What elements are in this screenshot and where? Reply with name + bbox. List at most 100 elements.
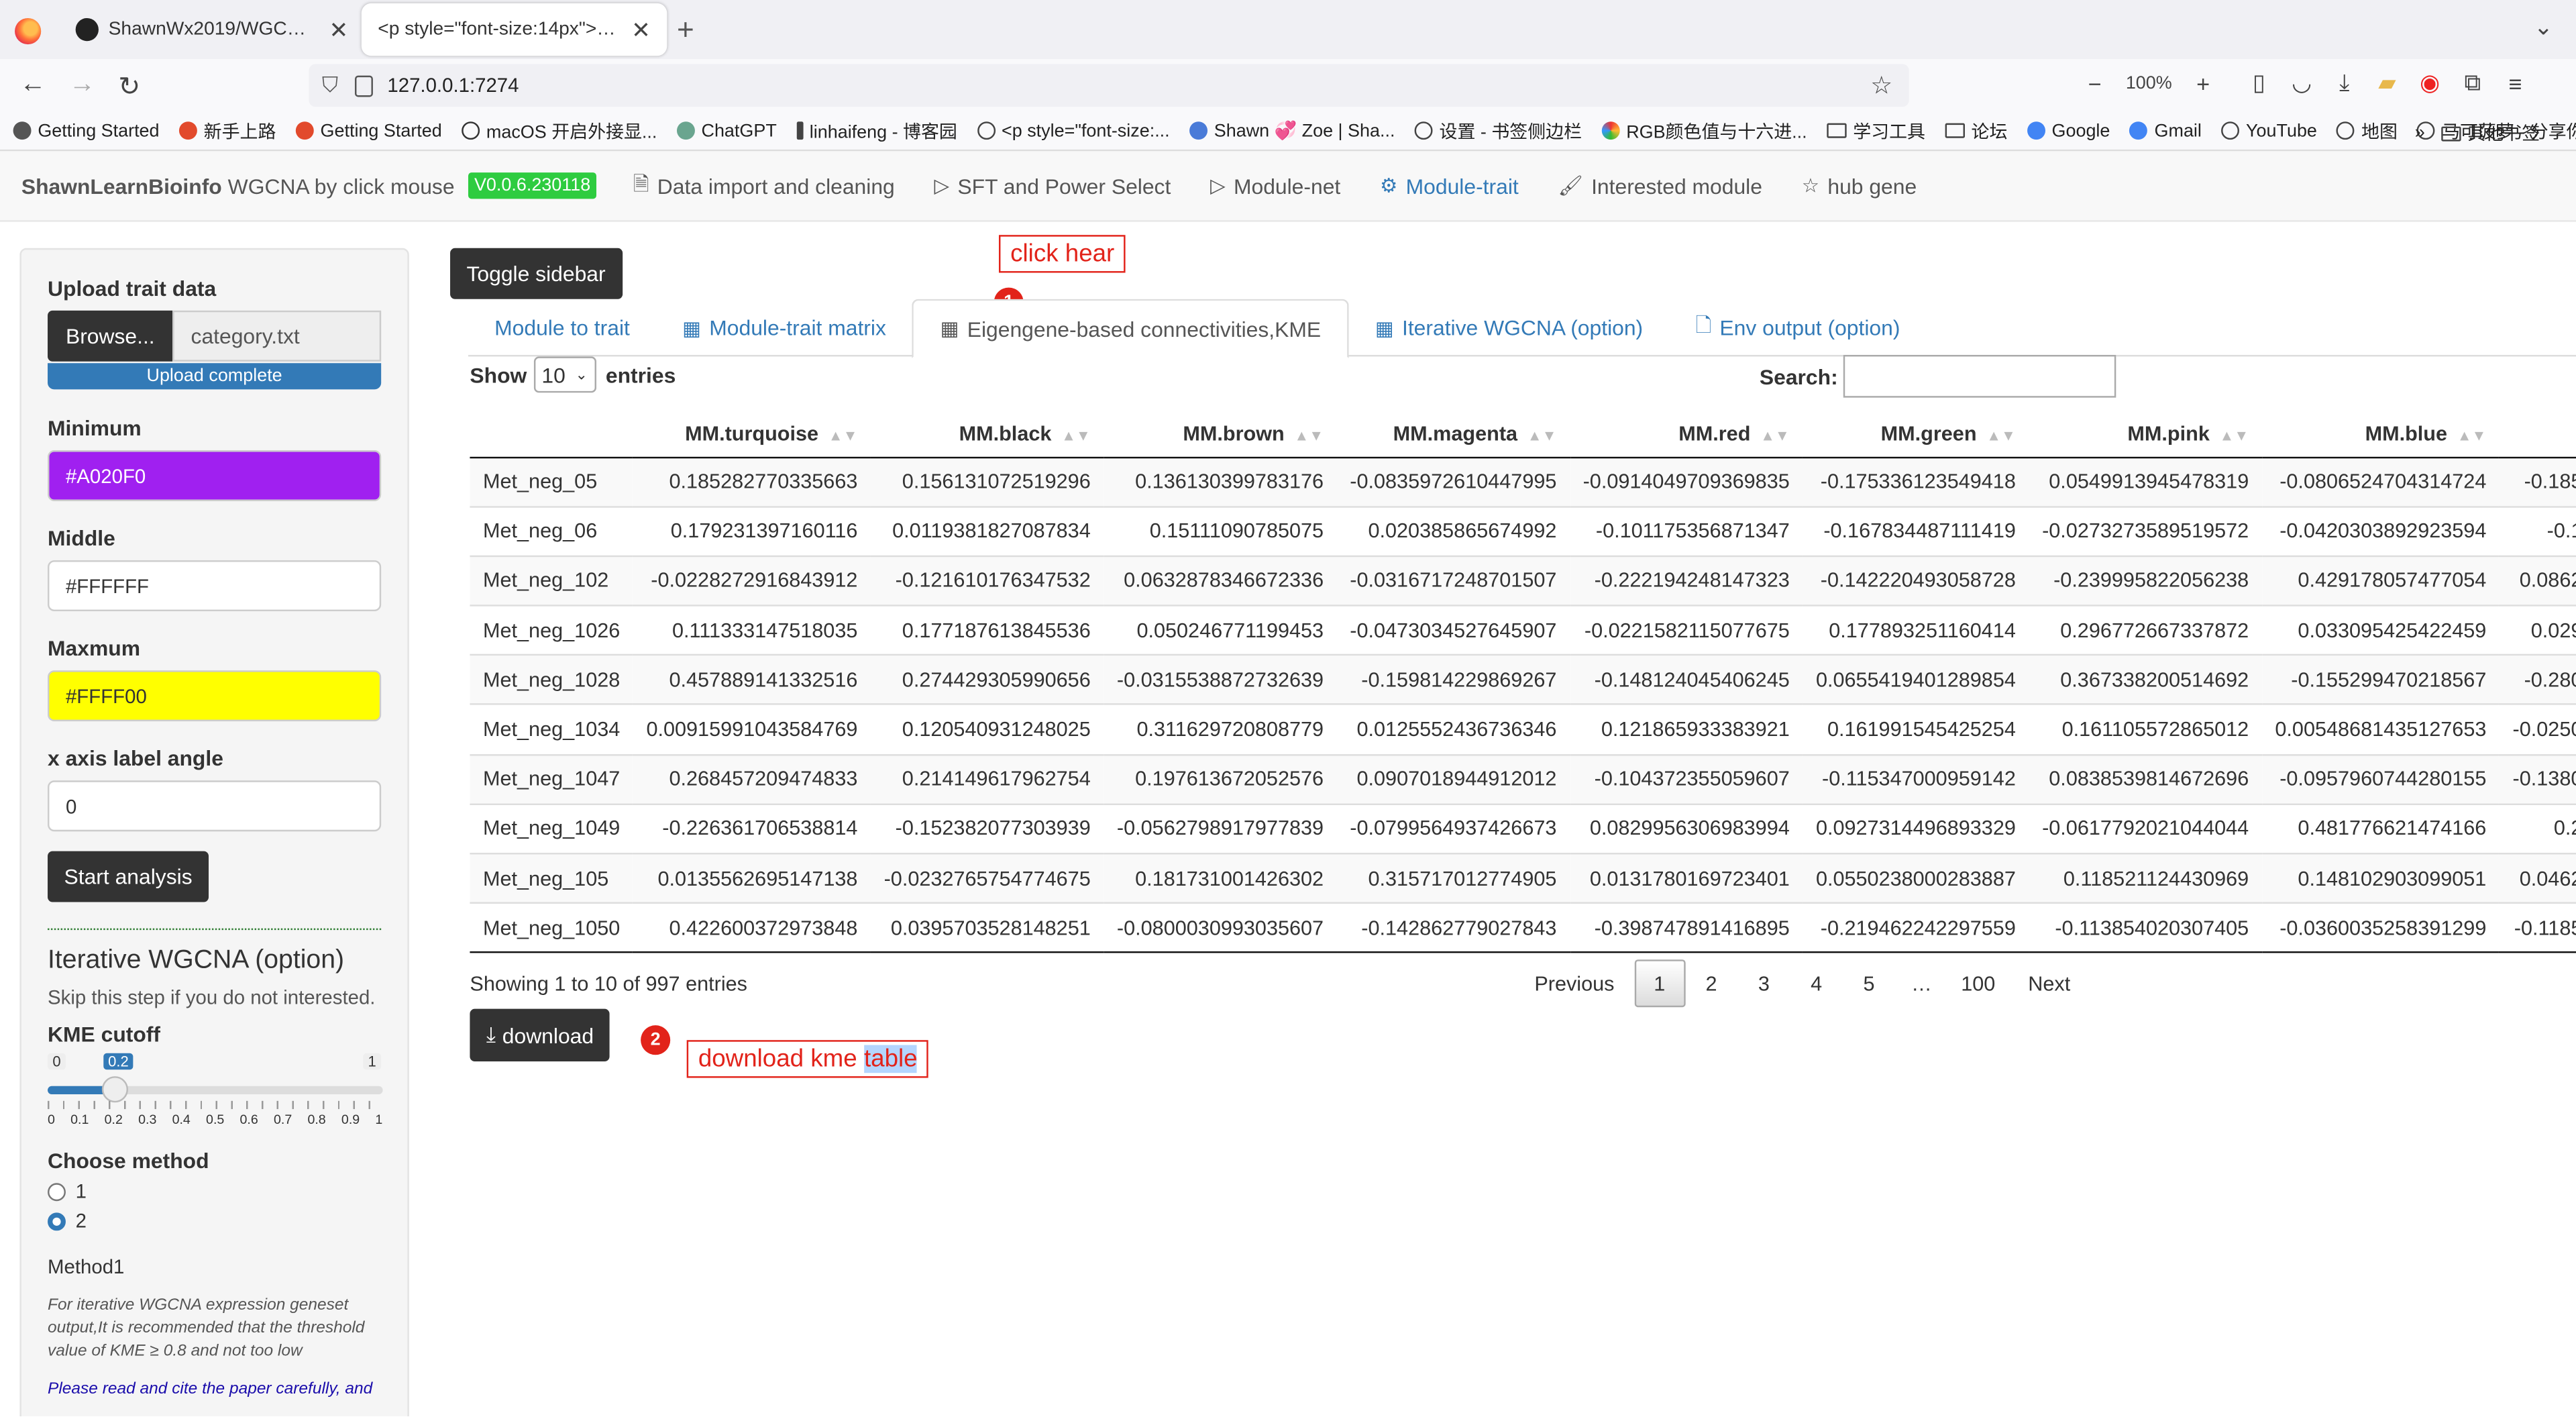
pocket-icon[interactable]: ◡: [2280, 69, 2323, 97]
radio-circle[interactable]: [48, 1182, 66, 1200]
slider-handle[interactable]: [102, 1076, 129, 1103]
method-radio-2[interactable]: 2: [48, 1209, 381, 1232]
kme-slider[interactable]: 0 1 0.2 0 0.1 0.2 0.3 0.4 0.5 0.6 0.7 0.…: [48, 1053, 383, 1135]
tab-module-trait-matrix[interactable]: ▦ Module-trait matrix: [656, 299, 912, 357]
new-tab-icon[interactable]: +: [677, 13, 694, 48]
menu-module-trait[interactable]: ⚙ Module-trait: [1380, 168, 1519, 203]
bookmark-folder[interactable]: 论坛: [1945, 117, 2007, 144]
bookmark-item[interactable]: Getting Started: [295, 121, 442, 140]
sort-icon[interactable]: ▲▼: [828, 427, 858, 443]
sort-icon[interactable]: ▲▼: [1527, 427, 1557, 443]
column-header[interactable]: MM.yellow: [2499, 411, 2576, 458]
table-row[interactable]: Met_neg_105 0.0135562695147138 -0.02327657…: [470, 853, 2576, 904]
bookmark-item[interactable]: Getting Started: [13, 121, 160, 140]
chevron-down-icon[interactable]: ⌄: [2534, 13, 2553, 42]
pager-page-5[interactable]: 5: [1843, 959, 1895, 1007]
column-header-rowname[interactable]: [470, 411, 633, 458]
table-row[interactable]: Met_neg_1034 0.00915991043584769 0.1205409…: [470, 704, 2576, 755]
sort-icon[interactable]: ▲▼: [1061, 427, 1091, 443]
table-row[interactable]: Met_neg_06 0.179231397160116 0.01193818270…: [470, 505, 2576, 556]
column-header[interactable]: MM.red ▲▼: [1570, 411, 1803, 458]
sort-icon[interactable]: ▲▼: [1760, 427, 1790, 443]
sort-icon[interactable]: ▲▼: [1294, 427, 1324, 443]
download-button[interactable]: ⤓ download: [470, 1008, 610, 1062]
bookmark-item[interactable]: Shawn 💞 Zoe | Sha...: [1189, 120, 1395, 142]
browse-button[interactable]: Browse...: [48, 310, 173, 362]
other-bookmarks[interactable]: 其他书签: [2441, 120, 2540, 146]
bookmark-item[interactable]: 新手上路: [178, 117, 276, 144]
table-row[interactable]: Met_neg_1028 0.457889141332516 0.274429305…: [470, 654, 2576, 705]
menu-sft-power[interactable]: ▷ SFT and Power Select: [934, 168, 1171, 203]
method-radio-1[interactable]: 1: [48, 1179, 381, 1203]
column-header[interactable]: MM.magenta ▲▼: [1336, 411, 1570, 458]
maximum-color-input[interactable]: #FFFF00: [48, 670, 382, 722]
zoom-out-icon[interactable]: −: [2074, 70, 2116, 96]
table-row[interactable]: Met_neg_1047 0.268457209474833 0.214149617…: [470, 753, 2576, 804]
bookmark-folder[interactable]: 学习工具: [1827, 117, 1925, 144]
browser-tab-github[interactable]: ShawnWx2019/WGCNA-shinyApp ✕: [59, 3, 365, 56]
url-bar[interactable]: ⛉ 127.0.0.1:7274 ☆: [309, 64, 1909, 107]
file-name-field[interactable]: category.txt: [172, 310, 382, 362]
close-icon[interactable]: ✕: [631, 15, 651, 44]
menu-data-import[interactable]: 🗎 Data import and cleaning: [633, 168, 895, 203]
entries-select[interactable]: 10 ⌄: [533, 356, 596, 393]
start-analysis-button[interactable]: Start analysis: [48, 851, 209, 902]
bookmark-item[interactable]: YouTube: [2221, 121, 2317, 140]
tab-kme[interactable]: ▦ Eigengene-based connectivities,KME: [912, 299, 1349, 358]
download-icon[interactable]: ⤓: [2323, 69, 2366, 97]
close-icon[interactable]: ✕: [329, 15, 348, 44]
tab-iterative-wgcna[interactable]: ▦ Iterative WGCNA (option): [1349, 299, 1670, 357]
browser-tab-active[interactable]: <p style="font-size:14px"><b> Shawn ✕: [361, 3, 667, 56]
column-header[interactable]: MM.turquoise ▲▼: [633, 411, 871, 458]
angle-input[interactable]: 0: [48, 780, 382, 832]
bookmark-item[interactable]: macOS 开启外接显...: [462, 117, 657, 144]
extension-badge-icon[interactable]: ◉: [2408, 69, 2451, 97]
bookmark-item[interactable]: <p style="font-size:...: [977, 121, 1170, 140]
table-row[interactable]: Met_neg_1026 0.111333147518035 0.177187613…: [470, 605, 2576, 655]
minimum-color-input[interactable]: #A020F0: [48, 450, 382, 501]
toggle-sidebar-button[interactable]: Toggle sidebar: [450, 248, 623, 299]
pager-previous[interactable]: Previous: [1515, 959, 1634, 1007]
back-icon[interactable]: ←: [19, 70, 46, 100]
table-row[interactable]: Met_neg_05 0.185282770335663 0.15613107251…: [470, 456, 2576, 507]
tab-env-output[interactable]: 🗋 Env output (option): [1669, 299, 1926, 357]
pager-page-3[interactable]: 3: [1737, 959, 1790, 1007]
bookmark-item[interactable]: linhaifeng - 博客园: [796, 117, 957, 144]
column-header[interactable]: MM.black ▲▼: [871, 411, 1104, 458]
middle-color-input[interactable]: #FFFFFF: [48, 560, 382, 612]
menu-interested-module[interactable]: 🖌 Interested module: [1558, 168, 1762, 203]
radio-circle[interactable]: [48, 1212, 66, 1230]
zoom-level[interactable]: 100%: [2116, 73, 2182, 93]
extensions-icon[interactable]: ⧉: [2451, 69, 2494, 97]
bookmark-item[interactable]: RGB颜色值与十六进...: [1601, 117, 1807, 144]
bookmark-item[interactable]: Google: [2027, 121, 2110, 140]
firefox-icon[interactable]: [15, 17, 42, 45]
column-header[interactable]: MM.blue ▲▼: [2261, 411, 2500, 458]
menu-module-net[interactable]: ▷ Module-net: [1210, 168, 1340, 203]
pager-page-2[interactable]: 2: [1685, 959, 1737, 1007]
forward-icon[interactable]: →: [69, 70, 95, 100]
folder-icon[interactable]: ▰: [2366, 69, 2409, 97]
menu-icon[interactable]: ≡: [2494, 70, 2537, 96]
table-row[interactable]: Met_neg_1050 0.422600372973848 0.039570352…: [470, 902, 2576, 954]
chevron-double-right-icon[interactable]: »: [2415, 123, 2425, 143]
sidebar-icon[interactable]: ▯: [2238, 69, 2281, 97]
bookmark-item[interactable]: ChatGPT: [676, 121, 777, 140]
sort-icon[interactable]: ▲▼: [2457, 427, 2487, 443]
bookmark-star-icon[interactable]: ☆: [1870, 70, 1892, 101]
pager-page-100[interactable]: 100: [1948, 959, 2008, 1007]
column-header[interactable]: MM.brown ▲▼: [1104, 411, 1337, 458]
search-input[interactable]: [1843, 354, 2116, 398]
shield-icon[interactable]: ⛉: [322, 72, 338, 99]
column-header[interactable]: MM.green ▲▼: [1803, 411, 2029, 458]
pager-next[interactable]: Next: [2008, 959, 2090, 1007]
tab-module-to-trait[interactable]: Module to trait: [468, 299, 656, 357]
column-header[interactable]: MM.pink ▲▼: [2029, 411, 2262, 458]
zoom-in-icon[interactable]: +: [2182, 70, 2224, 96]
url-text[interactable]: 127.0.0.1:7274: [387, 74, 519, 97]
sort-icon[interactable]: ▲▼: [2220, 427, 2249, 443]
sort-icon[interactable]: ▲▼: [1986, 427, 2016, 443]
bookmark-item[interactable]: Gmail: [2129, 121, 2202, 140]
menu-hub-gene[interactable]: ☆ hub gene: [1802, 168, 1917, 203]
bookmark-item[interactable]: 设置 - 书签侧边栏: [1414, 117, 1582, 144]
